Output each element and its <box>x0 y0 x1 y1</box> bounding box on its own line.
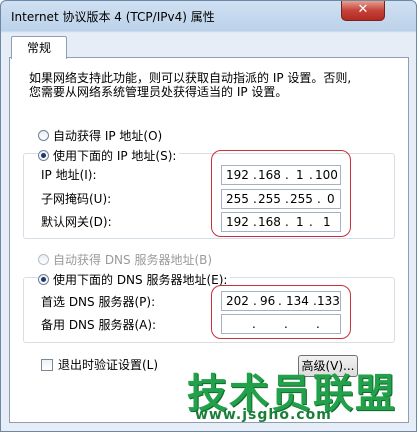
preferred-dns-label: 首选 DNS 服务器(P): <box>41 295 156 309</box>
default-gateway-label: 默认网关(D): <box>41 215 112 229</box>
dialog-window: Internet 协议版本 4 (TCP/IPv4) 属性 ✕ 常规 如果网络支… <box>0 0 417 432</box>
validate-on-exit-checkbox[interactable]: 退出时验证设置(L) <box>41 356 158 373</box>
tab-general[interactable]: 常规 <box>11 36 67 59</box>
highlight-circle-dns <box>211 285 351 339</box>
checkbox-icon <box>41 358 53 371</box>
auto-dns-radio[interactable]: 自动获得 DNS 服务器地址(B) <box>38 251 212 268</box>
title-bar: Internet 协议版本 4 (TCP/IPv4) 属性 ✕ <box>1 1 416 31</box>
description-text: 如果网络支持此功能，则可以获取自动指派的 IP 设置。否则, 您需要从网络系统管… <box>29 71 352 99</box>
ip-address-label: IP 地址(I): <box>41 168 97 182</box>
subnet-mask-label: 子网掩码(U): <box>41 192 112 206</box>
radio-checked-icon <box>38 274 49 285</box>
alternate-dns-label: 备用 DNS 服务器(A): <box>41 318 157 332</box>
radio-icon <box>38 254 49 265</box>
radio-icon <box>38 130 49 141</box>
close-icon: ✕ <box>357 2 369 17</box>
auto-ip-radio[interactable]: 自动获得 IP 地址(O) <box>38 127 162 144</box>
close-button[interactable]: ✕ <box>341 1 385 21</box>
watermark-logo: 技术员联盟 www.jsgho.com <box>187 361 395 429</box>
manual-dns-radio[interactable]: 使用下面的 DNS 服务器地址(E): <box>38 271 231 288</box>
watermark-url: www.jsgho.com <box>195 407 332 423</box>
highlight-circle-ip <box>211 150 351 237</box>
manual-ip-radio[interactable]: 使用下面的 IP 地址(S): <box>38 147 180 164</box>
window-title: Internet 协议版本 4 (TCP/IPv4) 属性 <box>11 10 215 24</box>
radio-checked-icon <box>38 150 49 161</box>
